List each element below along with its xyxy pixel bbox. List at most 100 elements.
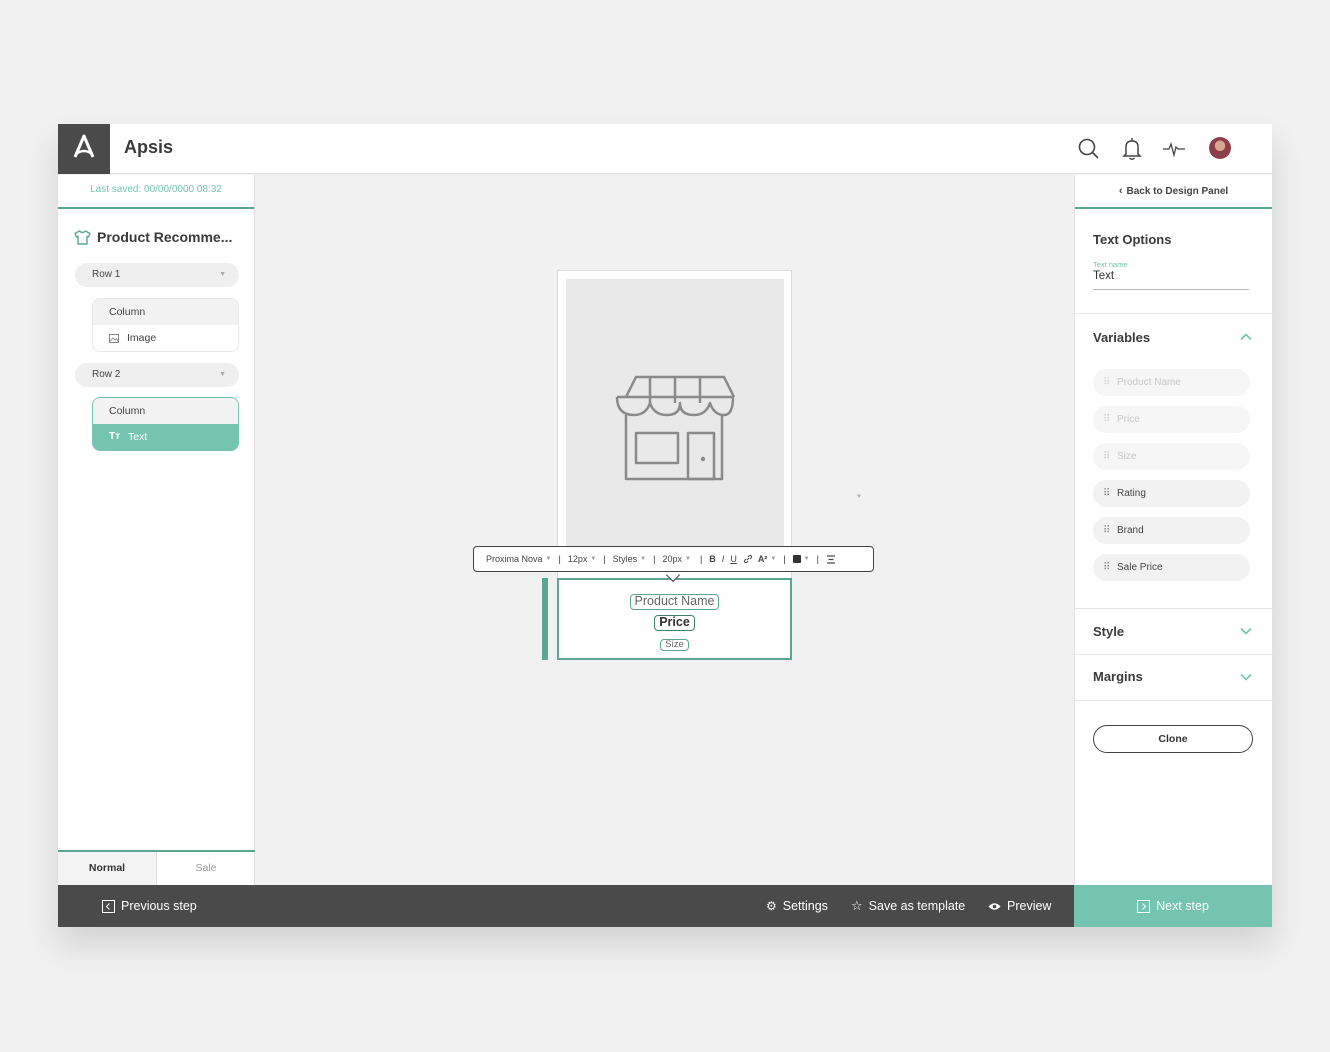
bold-button[interactable]: B xyxy=(709,554,716,564)
tab-normal[interactable]: Normal xyxy=(58,852,157,885)
toolbar-divider: | xyxy=(558,554,561,564)
toolbar-divider: | xyxy=(653,554,656,564)
clone-button[interactable]: Clone xyxy=(1093,725,1253,753)
chevron-down-icon[interactable]: ▼ xyxy=(640,556,646,562)
text-options-title: Text Options xyxy=(1093,232,1172,247)
star-icon: ☆ xyxy=(851,898,863,913)
app-title: Apsis xyxy=(124,137,174,157)
search-icon[interactable] xyxy=(1076,136,1102,162)
price-variable[interactable]: Price xyxy=(654,615,695,631)
row-1-column[interactable]: Column Image xyxy=(92,298,239,352)
line-height-select[interactable]: 20px xyxy=(662,554,682,564)
drag-handle-icon[interactable]: ⠿ xyxy=(1103,554,1110,581)
image-element-label: Image xyxy=(127,332,157,344)
drag-handle-icon: ⠿ xyxy=(1103,451,1110,462)
toolbar-divider: | xyxy=(603,554,606,564)
text-name-field[interactable]: Text xyxy=(1093,270,1249,290)
text-format-toolbar: Proxima Nova ▼ | 12px ▼ | Styles ▼ | 20px ▼ … xyxy=(473,546,874,572)
settings-button[interactable]: ⚙ Settings xyxy=(766,885,828,927)
back-to-design-panel-link[interactable]: ‹ Back to Design Panel xyxy=(1075,175,1272,209)
section-divider xyxy=(1075,700,1273,701)
text-name-label: Text name xyxy=(1093,260,1128,269)
chevron-down-icon[interactable] xyxy=(1240,625,1252,637)
text-block[interactable]: Product Name Price Size xyxy=(557,578,792,660)
structure-panel: Last saved: 00/00/0000 08:32 Product Rec… xyxy=(58,175,255,885)
chevron-up-icon[interactable] xyxy=(1240,331,1252,343)
tab-sale[interactable]: Sale xyxy=(157,852,255,885)
top-header: Apsis xyxy=(58,124,1272,174)
column-label: Column xyxy=(93,299,238,325)
drag-handle-icon: ⠿ xyxy=(1103,377,1110,388)
align-center-icon[interactable] xyxy=(826,554,836,564)
shirt-icon xyxy=(74,229,91,245)
image-icon xyxy=(109,333,119,343)
drag-handle-icon[interactable]: ⠿ xyxy=(1103,517,1110,544)
font-family-select[interactable]: Proxima Nova xyxy=(486,554,543,564)
previous-step-button[interactable]: Previous step xyxy=(102,885,197,927)
chevron-down-icon[interactable]: ▼ xyxy=(685,556,691,562)
user-avatar[interactable] xyxy=(1209,137,1231,159)
variable-rating[interactable]: ⠿ Rating xyxy=(1093,480,1250,507)
toolbar-divider: | xyxy=(816,554,819,564)
text-type-icon: Tт xyxy=(109,431,121,442)
store-icon xyxy=(615,375,736,481)
last-saved-status: Last saved: 00/00/0000 08:32 xyxy=(58,175,254,209)
font-size-select[interactable]: 12px xyxy=(568,554,588,564)
column-label: Column xyxy=(93,398,238,424)
chevron-down-icon[interactable]: ▼ xyxy=(856,494,862,500)
text-color-swatch[interactable] xyxy=(792,555,801,563)
save-as-template-label: Save as template xyxy=(868,899,966,913)
activity-icon[interactable] xyxy=(1161,136,1187,162)
styles-select[interactable]: Styles xyxy=(613,554,638,564)
bell-icon[interactable] xyxy=(1119,136,1145,162)
superscript-button[interactable]: A² xyxy=(758,554,768,564)
drag-handle-icon[interactable]: ⠿ xyxy=(1103,480,1110,507)
next-step-button[interactable]: Next step xyxy=(1074,885,1272,927)
selection-handle[interactable] xyxy=(542,578,548,660)
variable-label: Price xyxy=(1117,414,1140,425)
preview-label: Preview xyxy=(1007,899,1052,913)
save-as-template-button[interactable]: ☆ Save as template xyxy=(851,885,965,927)
chevron-down-icon[interactable]: ▼ xyxy=(546,556,552,562)
chevron-down-icon[interactable] xyxy=(1240,671,1252,683)
preview-button[interactable]: Preview xyxy=(988,885,1051,927)
link-icon[interactable] xyxy=(743,554,753,564)
chevron-down-icon[interactable]: ▼ xyxy=(219,263,226,287)
toolbar-divider: | xyxy=(699,554,703,564)
previous-step-label: Previous step xyxy=(121,899,197,913)
row-2-column[interactable]: Column Tт Text xyxy=(92,397,239,451)
text-element-label: Text xyxy=(128,431,148,443)
row-2[interactable]: Row 2 ▼ xyxy=(75,363,239,387)
underline-button[interactable]: U xyxy=(730,554,737,564)
eye-icon xyxy=(988,902,1001,910)
chevron-down-icon[interactable]: ▼ xyxy=(219,363,226,387)
style-section-title[interactable]: Style xyxy=(1093,624,1124,639)
chevron-down-icon[interactable]: ▼ xyxy=(804,556,810,562)
chevron-down-icon[interactable]: ▼ xyxy=(770,556,776,562)
product-name-variable[interactable]: Product Name xyxy=(629,594,720,610)
margins-section-title[interactable]: Margins xyxy=(1093,669,1143,684)
size-variable[interactable]: Size xyxy=(660,639,689,652)
italic-button[interactable]: I xyxy=(722,554,725,564)
toolbar-divider: | xyxy=(783,554,786,564)
version-tabs: Normal Sale xyxy=(58,850,255,885)
variable-product-name: ⠿ Product Name xyxy=(1093,369,1250,396)
variable-brand[interactable]: ⠿ Brand xyxy=(1093,517,1250,544)
editor-window: Apsis Last saved: 00/00/0000 08:32 Produ… xyxy=(58,124,1273,927)
row-1[interactable]: Row 1 ▼ xyxy=(75,263,239,287)
image-element[interactable]: Image xyxy=(93,325,238,351)
variable-sale-price[interactable]: ⠿ Sale Price xyxy=(1093,554,1250,581)
drag-handle-icon: ⠿ xyxy=(1103,414,1110,425)
chevron-down-icon[interactable]: ▼ xyxy=(590,556,596,562)
footer-bar: Previous step ⚙ Settings ☆ Save as templ… xyxy=(58,885,1074,927)
variable-label: Rating xyxy=(1117,488,1146,499)
apsis-logo[interactable] xyxy=(58,124,110,174)
variable-label: Size xyxy=(1117,451,1137,462)
section-divider xyxy=(1075,608,1273,609)
settings-label: Settings xyxy=(782,899,828,913)
variables-title: Variables xyxy=(1093,330,1151,345)
section-divider xyxy=(1075,313,1273,314)
arrow-right-box-icon xyxy=(1137,899,1151,913)
image-placeholder[interactable] xyxy=(566,279,784,549)
text-element[interactable]: Tт Text xyxy=(93,424,238,450)
